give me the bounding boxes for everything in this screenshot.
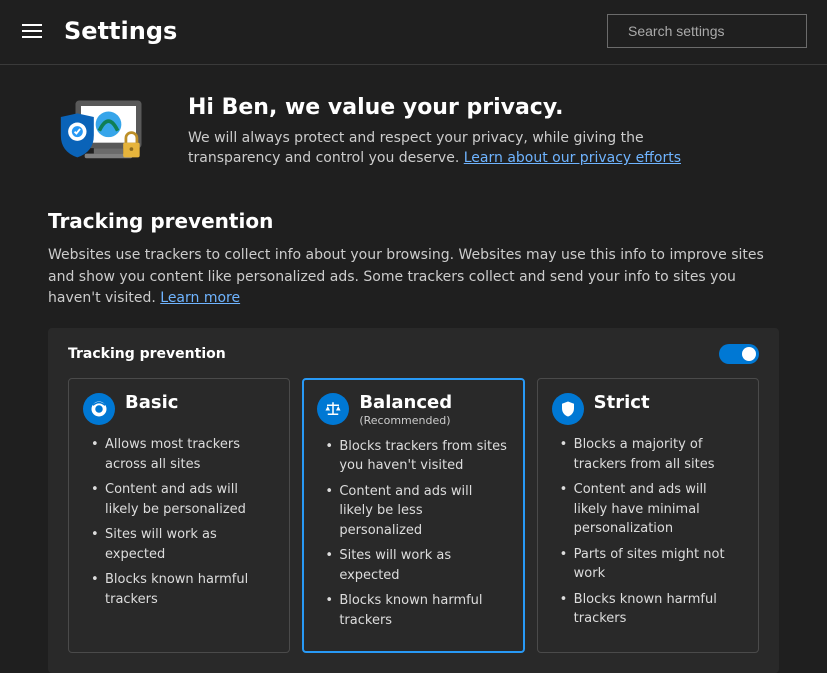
card-head: Strict (552, 393, 742, 425)
card-title: Balanced (359, 393, 452, 414)
card-bullet: Blocks a majority of trackers from all s… (560, 435, 742, 474)
card-bullet: Blocks known harmful trackers (325, 591, 507, 630)
tracking-section-title: Tracking prevention (48, 209, 779, 233)
tracking-card-strict[interactable]: Strict Blocks a majority of trackers from… (537, 378, 759, 653)
search-input[interactable] (628, 23, 809, 39)
card-bullets: Allows most trackers across all sites Con… (83, 435, 273, 609)
card-head: Balanced(Recommended) (317, 393, 507, 427)
page-title: Settings (64, 17, 177, 45)
tracking-panel: Tracking prevention Basic Allows most tra… (48, 328, 779, 673)
search-box[interactable] (607, 14, 807, 48)
card-title-box: Balanced(Recommended) (359, 393, 452, 427)
tracking-cards: Basic Allows most trackers across all sit… (68, 378, 759, 653)
shield-icon (552, 393, 584, 425)
privacy-efforts-link[interactable]: Learn about our privacy efforts (464, 150, 681, 166)
card-bullets: Blocks a majority of trackers from all s… (552, 435, 742, 629)
privacy-illustration (48, 95, 158, 175)
card-title: Strict (594, 393, 650, 414)
content-area: Hi Ben, we value your privacy. We will a… (0, 65, 827, 673)
card-title: Basic (125, 393, 178, 414)
card-head: Basic (83, 393, 273, 425)
tracking-toggle-label: Tracking prevention (68, 346, 226, 362)
tracking-desc-text: Websites use trackers to collect info ab… (48, 247, 764, 306)
card-bullet: Allows most trackers across all sites (91, 435, 273, 474)
card-subtitle: (Recommended) (359, 414, 452, 427)
scale-icon (317, 393, 349, 425)
card-bullet: Content and ads will likely be less pers… (325, 482, 507, 541)
card-bullet: Blocks known harmful trackers (560, 590, 742, 629)
tracking-section-desc: Websites use trackers to collect info ab… (48, 245, 779, 310)
tracking-toggle[interactable] (719, 344, 759, 364)
tracking-card-balanced[interactable]: Balanced(Recommended) Blocks trackers fro… (302, 378, 524, 653)
tracking-learn-more-link[interactable]: Learn more (160, 290, 240, 306)
tracking-card-basic[interactable]: Basic Allows most trackers across all sit… (68, 378, 290, 653)
intro-block: Hi Ben, we value your privacy. We will a… (48, 95, 779, 175)
card-bullet: Blocks known harmful trackers (91, 570, 273, 609)
tracking-panel-head: Tracking prevention (68, 344, 759, 364)
card-bullet: Sites will work as expected (91, 525, 273, 564)
card-bullet: Content and ads will likely have minimal… (560, 480, 742, 539)
card-title-box: Strict (594, 393, 650, 414)
card-bullet: Content and ads will likely be personali… (91, 480, 273, 519)
card-bullet: Sites will work as expected (325, 546, 507, 585)
intro-body: We will always protect and respect your … (188, 128, 708, 169)
card-bullets: Blocks trackers from sites you haven't v… (317, 437, 507, 631)
intro-heading: Hi Ben, we value your privacy. (188, 95, 708, 120)
hamburger-icon[interactable] (22, 21, 42, 41)
eye-icon (83, 393, 115, 425)
app-header: Settings (0, 0, 827, 65)
card-bullet: Parts of sites might not work (560, 545, 742, 584)
card-bullet: Blocks trackers from sites you haven't v… (325, 437, 507, 476)
card-title-box: Basic (125, 393, 178, 414)
toggle-knob (742, 347, 756, 361)
